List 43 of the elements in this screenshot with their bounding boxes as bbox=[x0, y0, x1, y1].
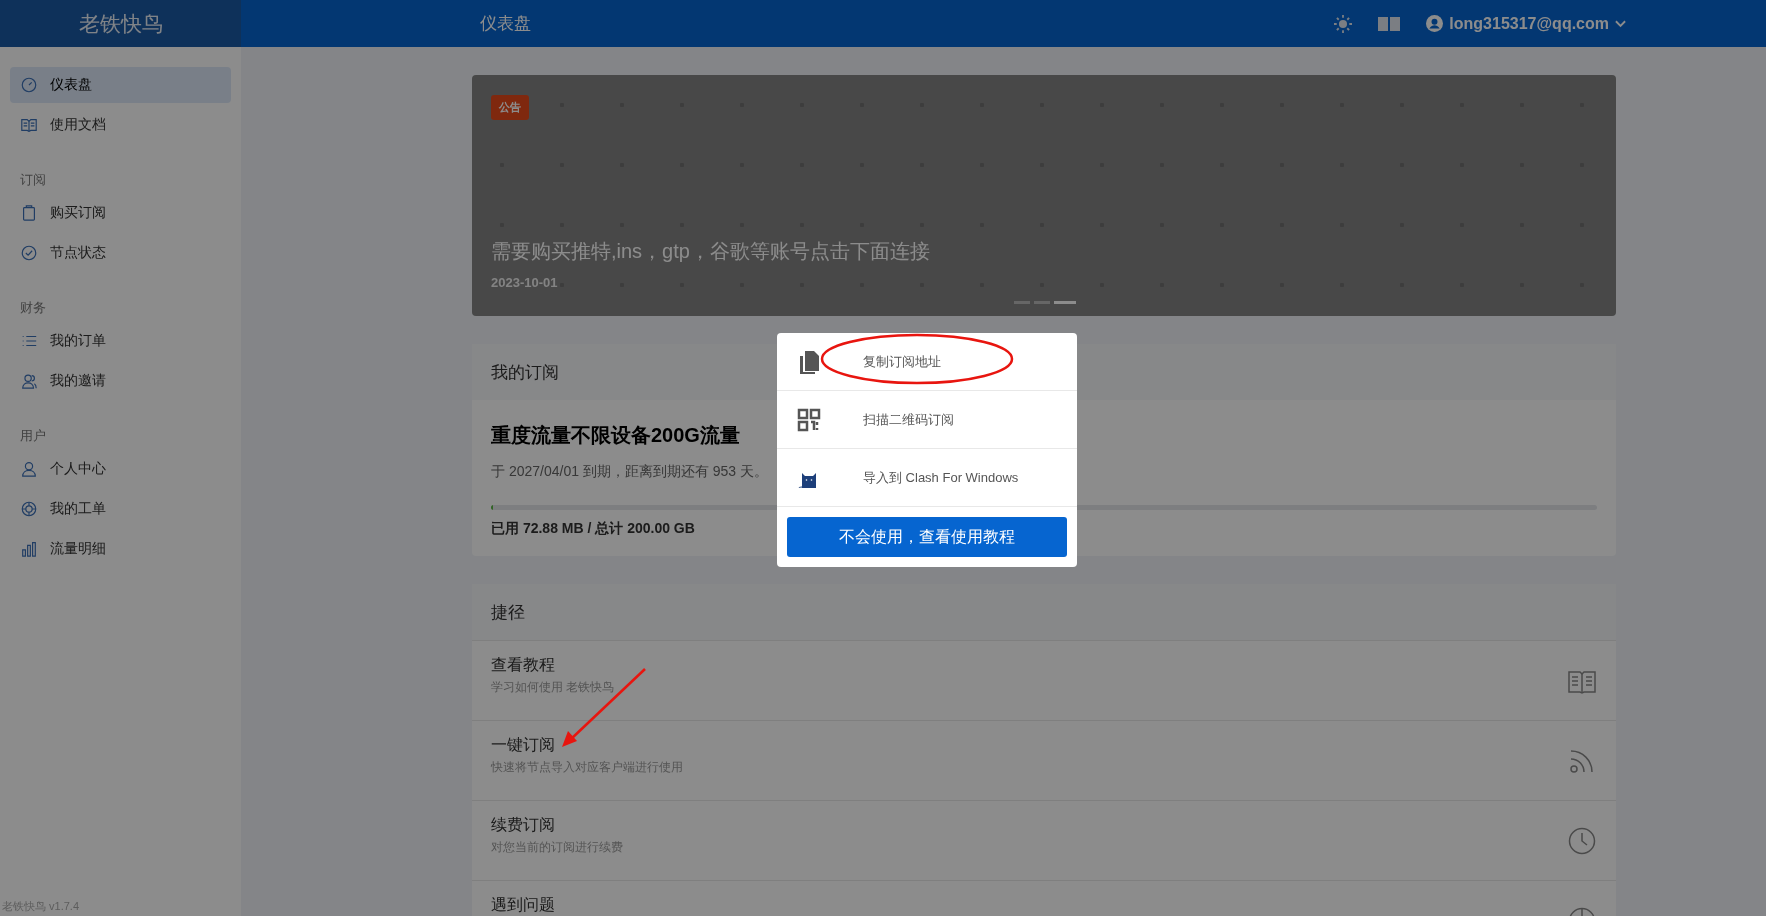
shortcut-icon bbox=[1567, 825, 1597, 856]
brand-logo: 老铁快鸟 bbox=[0, 0, 241, 47]
qr-code-icon bbox=[797, 407, 821, 432]
sidebar-section-heading: 订阅 bbox=[19, 171, 47, 189]
expiry-text: 于 2027/04/01 到期，距离到期还有 953 天。 bbox=[491, 463, 768, 481]
sidebar-item-icon bbox=[20, 116, 38, 134]
shortcut-item[interactable]: 遇到问题 bbox=[472, 880, 1616, 916]
sidebar-item[interactable]: 我的工单 bbox=[10, 491, 231, 527]
sidebar-item[interactable]: 我的邀请 bbox=[10, 363, 231, 399]
card-heading: 捷径 bbox=[472, 584, 1616, 640]
chevron-down-icon bbox=[1615, 19, 1626, 28]
dialog-option[interactable]: 扫描二维码订阅 bbox=[777, 391, 1077, 449]
dialog-option[interactable]: 复制订阅地址 bbox=[777, 333, 1077, 391]
sidebar-item[interactable]: 使用文档 bbox=[10, 107, 231, 143]
sidebar-item-icon bbox=[20, 500, 38, 518]
sidebar-item[interactable]: 流量明细 bbox=[10, 531, 231, 567]
sidebar-item-icon bbox=[20, 204, 38, 222]
page-title: 仪表盘 bbox=[480, 13, 532, 35]
sidebar-section-heading: 财务 bbox=[19, 299, 47, 317]
copy-icon bbox=[797, 349, 821, 374]
sidebar-item[interactable]: 我的订单 bbox=[10, 323, 231, 359]
sidebar-item[interactable]: 仪表盘 bbox=[10, 67, 231, 103]
sidebar-item-icon bbox=[20, 372, 38, 390]
sidebar-item-icon bbox=[20, 244, 38, 262]
sun-icon[interactable] bbox=[1334, 14, 1353, 33]
usage-text: 已用 72.88 MB / 总计 200.00 GB bbox=[491, 520, 695, 538]
user-icon bbox=[1426, 15, 1444, 32]
sidebar-item[interactable]: 节点状态 bbox=[10, 235, 231, 271]
announcement-date: 2023-10-01 bbox=[491, 275, 559, 290]
announcement-title: 需要购买推特,ins，gtp，谷歌等账号点击下面连接 bbox=[491, 239, 931, 264]
sidebar-section-heading: 用户 bbox=[19, 427, 47, 445]
tutorial-button[interactable]: 不会使用，查看使用教程 bbox=[787, 517, 1067, 557]
user-menu[interactable]: long315317@qq.com bbox=[1426, 14, 1626, 33]
sidebar-item[interactable]: 个人中心 bbox=[10, 451, 231, 487]
sidebar-item-icon bbox=[20, 540, 38, 558]
plan-name: 重度流量不限设备200G流量 bbox=[491, 423, 741, 448]
dialog-option[interactable]: 导入到 Clash For Windows bbox=[777, 449, 1077, 507]
sidebar-item-icon bbox=[20, 76, 38, 94]
announcement-tag: 公告 bbox=[491, 95, 529, 120]
sidebar-item-icon bbox=[20, 460, 38, 478]
carousel-indicator[interactable] bbox=[1054, 301, 1076, 304]
announcement-banner[interactable]: 公告 需要购买推特,ins，gtp，谷歌等账号点击下面连接 2023-10-01 bbox=[472, 75, 1616, 316]
sidebar-item[interactable]: 购买订阅 bbox=[10, 195, 231, 231]
